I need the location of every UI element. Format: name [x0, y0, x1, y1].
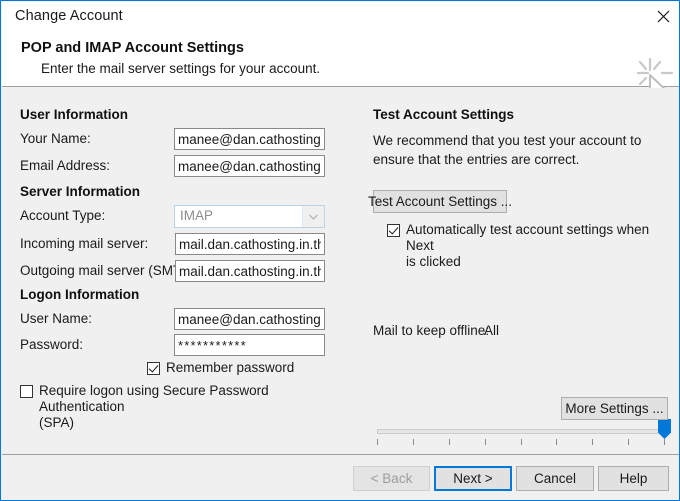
require-spa-label-line1: Require logon using Secure Password Auth… — [39, 383, 269, 414]
dialog-body: User Information Your Name: Email Addres… — [2, 88, 679, 454]
help-button[interactable]: Help — [598, 466, 669, 491]
section-server-information: Server Information — [20, 184, 141, 199]
checkbox-box — [387, 224, 400, 237]
account-type-select[interactable]: IMAP — [174, 205, 325, 228]
auto-test-label-line1: Automatically test account settings when… — [406, 222, 650, 253]
title-bar: Change Account — [2, 2, 679, 31]
section-user-information: User Information — [20, 107, 129, 122]
section-logon-information: Logon Information — [20, 287, 140, 302]
require-spa-checkbox[interactable]: Require logon using Secure Password Auth… — [20, 383, 320, 431]
account-type-value: IMAP — [180, 208, 214, 223]
user-name-input[interactable] — [174, 308, 325, 330]
slider-tick — [377, 439, 378, 445]
section-test-account-settings: Test Account Settings — [373, 107, 515, 122]
back-button[interactable]: < Back — [353, 466, 430, 491]
test-account-description: We recommend that you test your account … — [373, 133, 642, 167]
auto-test-label: Automatically test account settings when… — [406, 222, 657, 270]
auto-test-checkbox[interactable]: Automatically test account settings when… — [387, 222, 657, 270]
more-settings-button[interactable]: More Settings ... — [561, 397, 668, 420]
close-icon[interactable] — [647, 2, 679, 31]
label-incoming-mail-server: Incoming mail server: — [20, 236, 149, 251]
slider-tick — [521, 439, 522, 445]
slider-tick — [485, 439, 486, 445]
offline-slider-label: Mail to keep offline: — [373, 323, 490, 338]
next-button[interactable]: Next > — [434, 466, 512, 491]
offline-slider-value: All — [484, 323, 500, 338]
chevron-down-icon[interactable] — [302, 206, 324, 227]
auto-test-label-line2: is clicked — [406, 254, 461, 269]
page-title: POP and IMAP Account Settings — [21, 40, 244, 56]
offline-slider-thumb[interactable] — [658, 419, 671, 439]
checkbox-box — [20, 385, 33, 398]
label-email-address: Email Address: — [20, 158, 111, 173]
checkbox-box — [147, 362, 160, 375]
label-outgoing-mail-server: Outgoing mail server (SMTP): — [20, 263, 199, 278]
window-title: Change Account — [15, 8, 123, 24]
page-subtitle: Enter the mail server settings for your … — [41, 61, 321, 76]
slider-tick — [413, 439, 414, 445]
label-account-type: Account Type: — [20, 208, 106, 223]
label-your-name: Your Name: — [20, 131, 91, 146]
cancel-button[interactable]: Cancel — [516, 466, 594, 491]
require-spa-label: Require logon using Secure Password Auth… — [39, 383, 320, 431]
email-address-input[interactable] — [174, 155, 325, 177]
slider-tick — [664, 439, 665, 445]
change-account-dialog: Change Account POP and IMAP Account Sett… — [0, 0, 680, 501]
require-spa-label-line2: (SPA) — [39, 415, 75, 430]
offline-slider-track[interactable] — [377, 429, 665, 434]
slider-tick — [449, 439, 450, 445]
your-name-input[interactable] — [174, 128, 325, 150]
slider-tick — [556, 439, 557, 445]
password-input[interactable] — [174, 334, 325, 356]
outgoing-mail-server-input[interactable] — [175, 260, 325, 282]
label-user-name: User Name: — [20, 311, 93, 326]
dialog-footer: < Back Next > Cancel Help — [2, 455, 679, 500]
label-password: Password: — [20, 337, 84, 352]
slider-tick — [592, 439, 593, 445]
slider-tick — [628, 439, 629, 445]
remember-password-checkbox[interactable]: Remember password — [147, 360, 294, 376]
test-account-settings-button[interactable]: Test Account Settings ... — [368, 190, 512, 213]
incoming-mail-server-input[interactable] — [175, 233, 325, 255]
remember-password-label: Remember password — [166, 360, 295, 375]
dialog-header: POP and IMAP Account Settings Enter the … — [2, 31, 679, 110]
offline-slider-ticks — [377, 439, 665, 446]
